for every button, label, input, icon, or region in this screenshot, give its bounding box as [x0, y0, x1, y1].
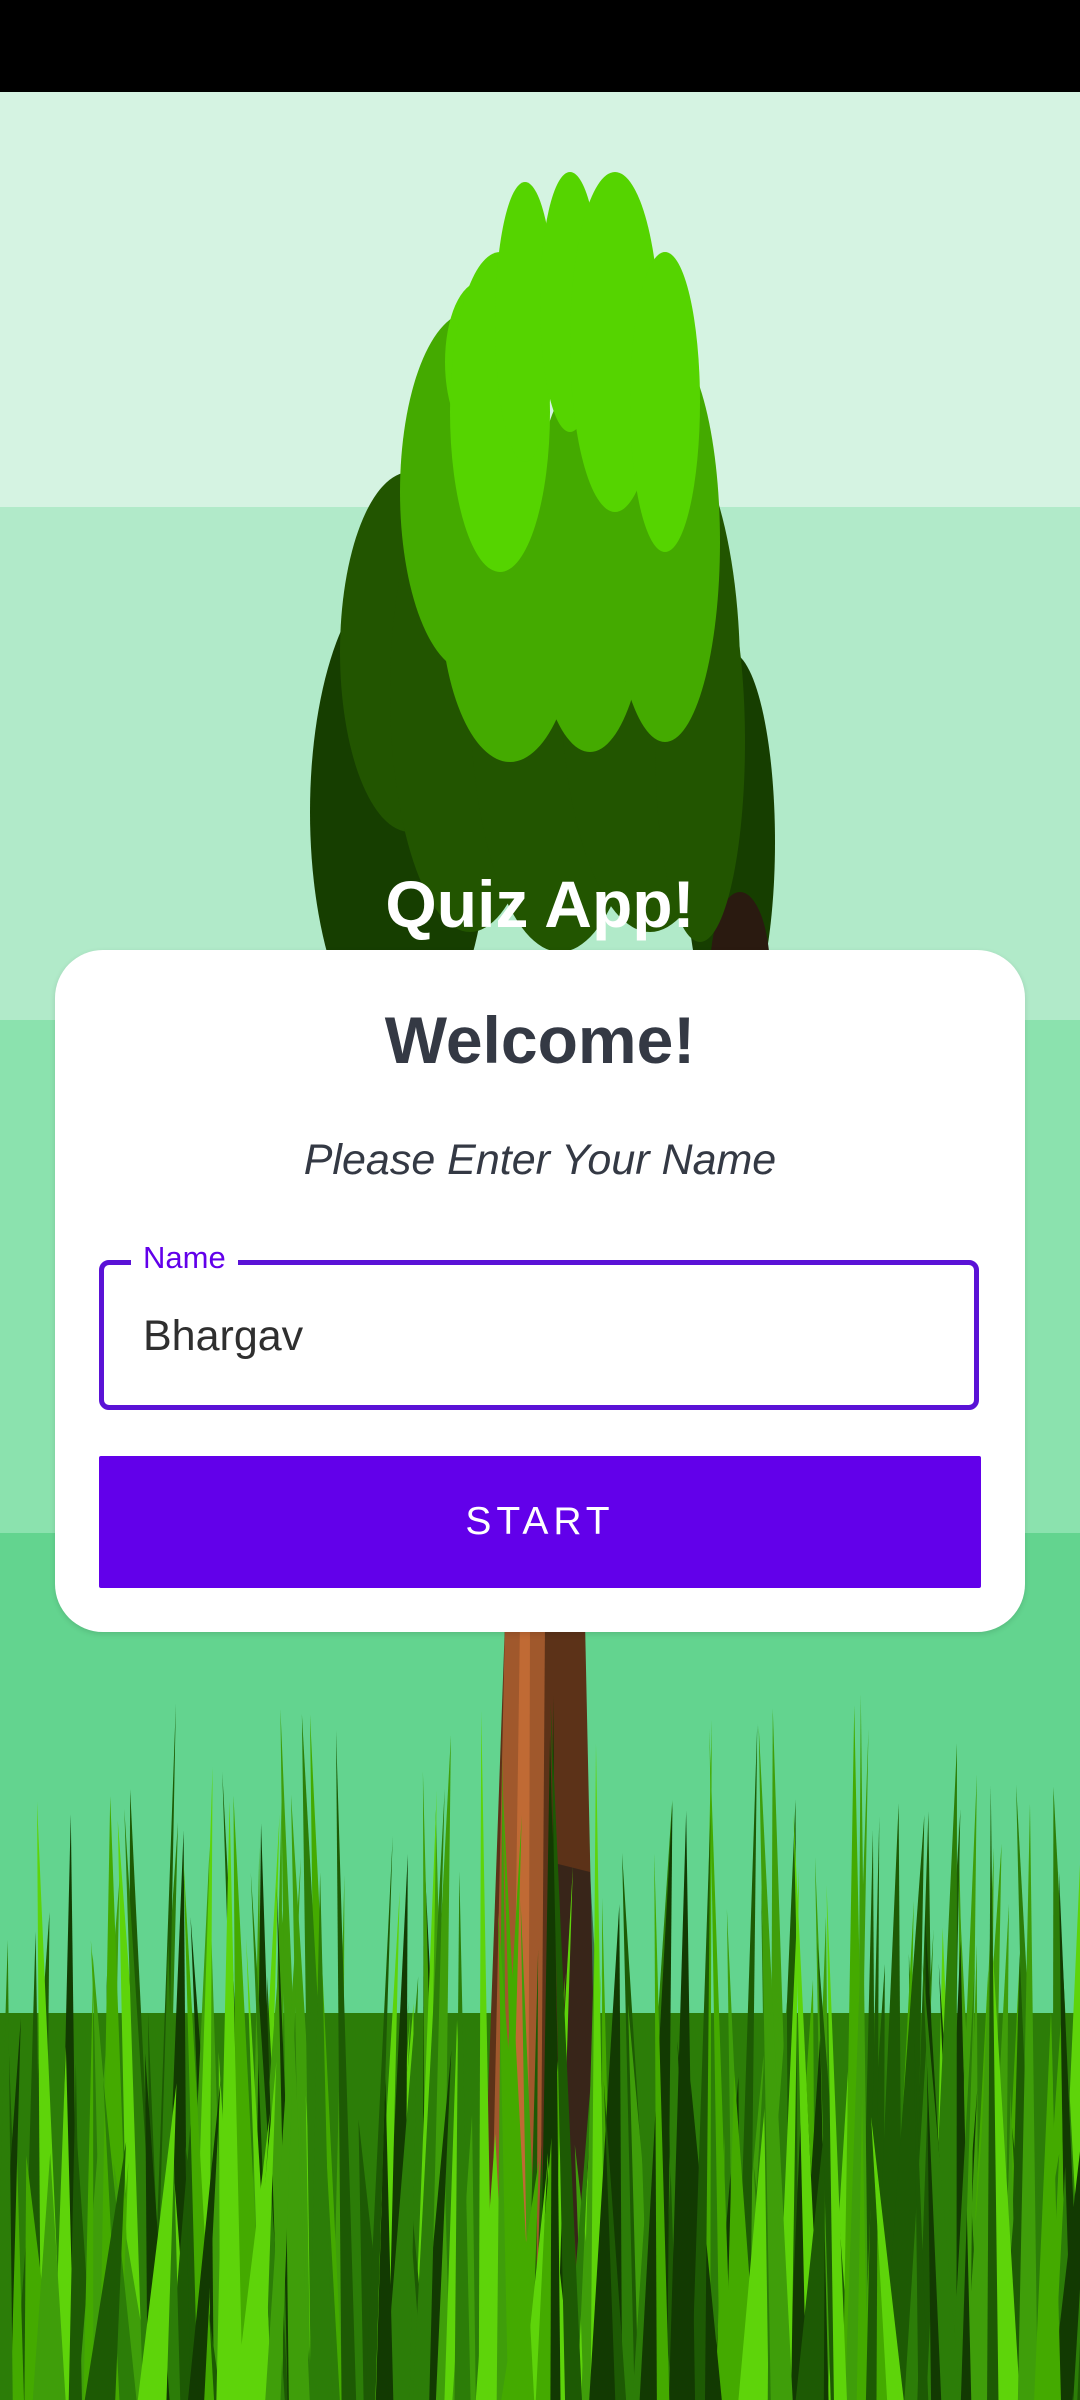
status-bar — [0, 0, 1080, 92]
name-field-label: Name — [131, 1238, 238, 1278]
start-button[interactable]: START — [99, 1456, 981, 1588]
name-input[interactable]: Bhargav — [143, 1308, 303, 1364]
name-field[interactable]: Name Bhargav — [99, 1238, 979, 1410]
name-prompt: Please Enter Your Name — [303, 1136, 777, 1184]
welcome-card: Welcome! Please Enter Your Name Name Bha… — [55, 950, 1025, 1632]
app-title: Quiz App! — [385, 867, 695, 941]
welcome-title: Welcome! — [384, 1003, 696, 1077]
